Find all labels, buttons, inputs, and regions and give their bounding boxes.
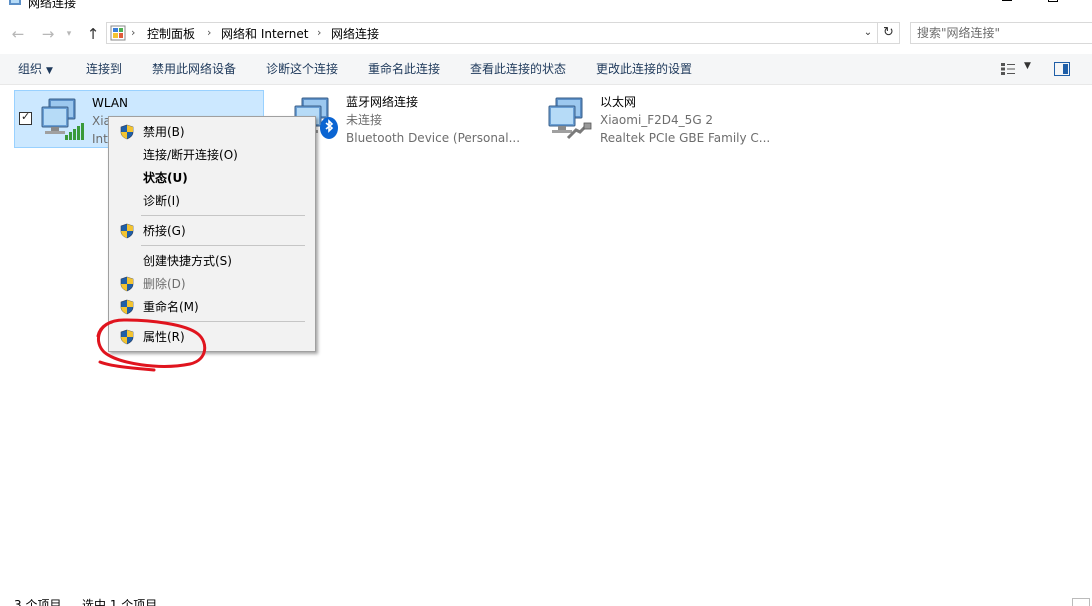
menu-item-diagnose[interactable]: 诊断(I) [111,190,313,212]
menu-separator [141,245,305,246]
breadcrumb-chevron-icon[interactable]: › [207,25,211,41]
window-title: 网络连接 [28,0,77,10]
menu-item-label: 属性(R) [143,330,185,344]
menu-item-rename[interactable]: 重命名(M) [111,296,313,318]
view-status-button[interactable]: 查看此连接的状态 [470,61,566,77]
menu-item-label: 桥接(G) [143,224,186,238]
network-connections-icon [9,0,21,5]
up-button[interactable]: ↑ [83,24,103,44]
back-button[interactable]: ← [8,24,28,44]
ethernet-network-icon [546,96,592,140]
disable-device-button[interactable]: 禁用此网络设备 [152,61,236,77]
checkbox-icon[interactable] [19,110,32,125]
minimize-button[interactable] [984,0,1030,10]
selected-count: 选中 1 个项目 [82,598,158,606]
connection-network: Xiaomi_F2D4_5G 2 [600,113,714,127]
wireless-network-icon [39,97,84,140]
connection-name: 以太网 [600,95,637,109]
connect-to-button[interactable]: 连接到 [86,61,122,77]
menu-item-label: 状态(U) [143,171,188,185]
uac-shield-icon [119,223,135,239]
connection-device: Bluetooth Device (Personal... [346,131,521,145]
refresh-button[interactable]: ↻ [878,22,900,44]
menu-separator [141,215,305,216]
status-bar: 3 个项目 选中 1 个项目 [0,596,1092,606]
menu-separator [141,321,305,322]
uac-shield-icon [119,329,135,345]
rename-connection-button[interactable]: 重命名此连接 [368,61,440,77]
search-box[interactable] [910,22,1092,44]
item-count: 3 个项目 [14,598,62,606]
uac-shield-icon [119,124,135,140]
menu-item-properties[interactable]: 属性(R) [111,326,313,348]
diagnose-connection-button[interactable]: 诊断这个连接 [266,61,338,77]
menu-item-label: 创建快捷方式(S) [143,254,232,268]
command-bar: 组织 ▼ 连接到 禁用此网络设备 诊断这个连接 重命名此连接 查看此连接的状态 更… [0,54,1092,85]
connection-device: Int [92,132,108,146]
menu-item-delete: 删除(D) [111,273,313,295]
menu-item-connect-disconnect[interactable]: 连接/断开连接(O) [111,144,313,166]
context-menu: 禁用(B) 连接/断开连接(O) 状态(U) 诊断(I) 桥接(G) 创建快捷方… [108,116,316,352]
menu-item-label: 重命名(M) [143,300,199,314]
uac-shield-icon [119,276,135,292]
address-row: ← → ▾ ↑ › 控制面板 › 网络和 Internet › 网络连接 ⌄ ↻ [0,16,1092,52]
breadcrumb-control-panel[interactable]: 控制面板 [147,26,195,42]
change-settings-button[interactable]: 更改此连接的设置 [596,61,692,77]
preview-pane-icon[interactable] [1054,62,1070,76]
menu-item-create-shortcut[interactable]: 创建快捷方式(S) [111,250,313,272]
view-dropdown-icon[interactable]: ▼ [1024,61,1031,71]
title-bar: 网络连接 [0,0,1092,12]
menu-item-bridge[interactable]: 桥接(G) [111,220,313,242]
change-view-icon[interactable] [1000,62,1016,76]
control-panel-icon [110,25,126,41]
menu-item-label: 连接/断开连接(O) [143,148,238,162]
address-bar[interactable]: › 控制面板 › 网络和 Internet › 网络连接 ⌄ [106,22,878,44]
recent-locations-button[interactable]: ▾ [62,24,76,44]
connection-item-ethernet[interactable]: 以太网 Xiaomi_F2D4_5G 2 Realtek PCIe GBE Fa… [522,90,782,148]
forward-button[interactable]: → [38,24,58,44]
menu-item-label: 禁用(B) [143,125,185,139]
organize-button[interactable]: 组织 ▼ [18,61,53,79]
connection-status: 未连接 [346,113,383,127]
uac-shield-icon [119,299,135,315]
breadcrumb-chevron-icon[interactable]: › [131,25,135,41]
connection-device: Realtek PCIe GBE Family C... [600,131,771,145]
search-input[interactable] [917,24,1087,42]
maximize-button[interactable] [1030,0,1076,10]
address-dropdown-icon[interactable]: ⌄ [861,25,875,41]
breadcrumb-network-connections[interactable]: 网络连接 [331,26,379,42]
menu-item-disable[interactable]: 禁用(B) [111,121,313,143]
menu-item-status[interactable]: 状态(U) [111,167,313,189]
details-view-icon[interactable] [1072,598,1090,606]
connection-name: 蓝牙网络连接 [346,95,419,109]
menu-item-label: 诊断(I) [143,194,180,208]
menu-item-label: 删除(D) [143,277,186,291]
breadcrumb-network-internet[interactable]: 网络和 Internet [221,26,308,42]
connection-name: WLAN [92,96,129,110]
dropdown-arrow-icon: ▼ [46,66,53,76]
breadcrumb-chevron-icon[interactable]: › [317,25,321,41]
